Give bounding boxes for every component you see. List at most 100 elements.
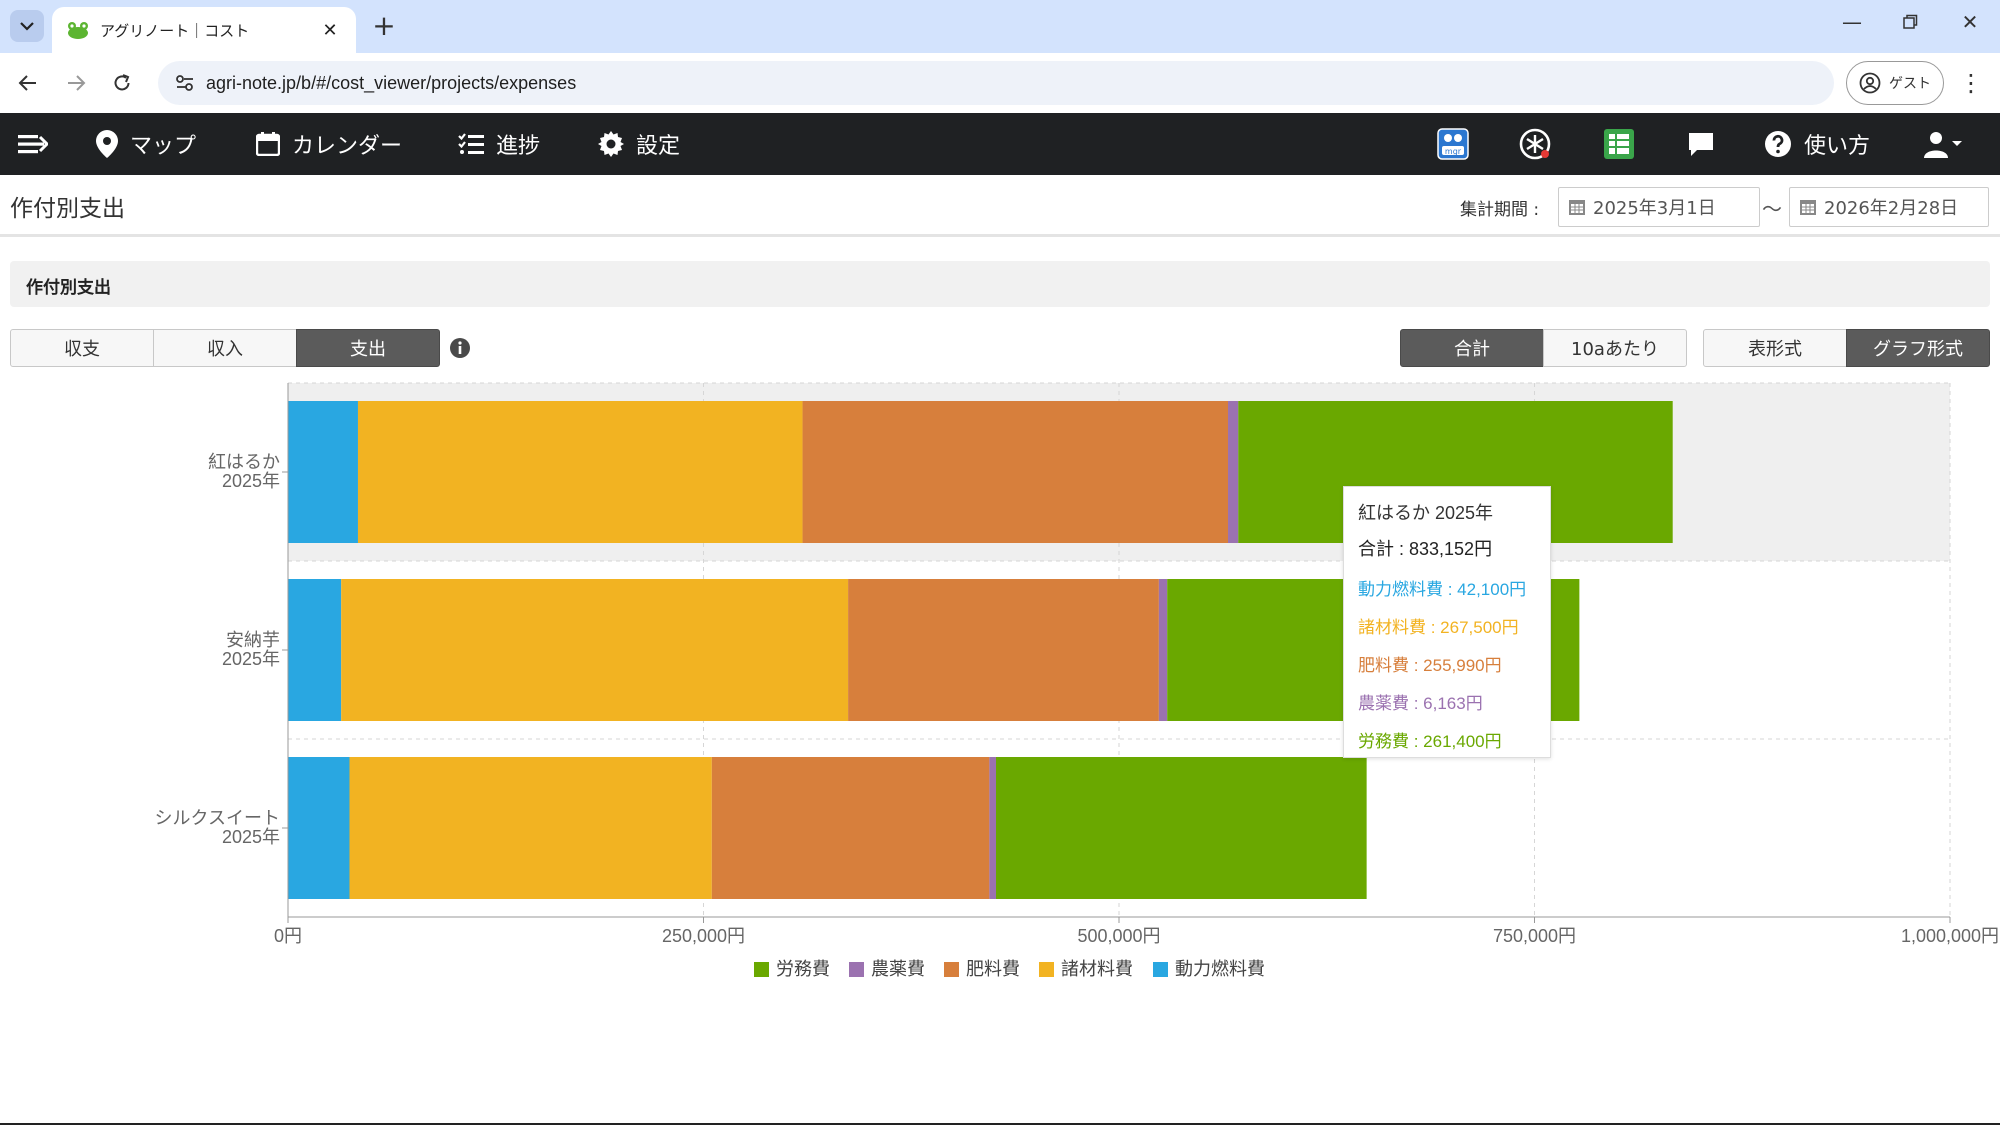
tab-title: アグリノート｜コスト xyxy=(100,21,250,40)
y-tick-label: シルクスイート 2025年 xyxy=(155,808,280,847)
unit-tab-group: 合計 10aあたり xyxy=(1400,329,1687,369)
legend-swatch xyxy=(849,962,864,977)
legend-label: 農薬費 xyxy=(871,959,925,979)
expense-bar-chart: 紅はるか 2025年安納芋 2025年シルクスイート 2025年 0円 250,000円 5… xyxy=(155,382,1999,979)
legend-label: 労務費 xyxy=(776,959,830,979)
tooltip-total: 合計 : 833,152円 xyxy=(1358,539,1493,559)
frog-favicon-icon xyxy=(68,22,88,39)
minimize-icon[interactable]: — xyxy=(1832,10,1872,34)
tooltip-row: 動力燃料費 : 42,100円 xyxy=(1358,580,1527,599)
mode-tab-group: 収支 収入 支出 xyxy=(10,329,440,369)
reload-icon[interactable] xyxy=(104,65,140,101)
end-date-value: 2026年2月28日 xyxy=(1824,198,1959,219)
section-title: 作付別支出 xyxy=(26,278,111,298)
menu-toggle-icon[interactable] xyxy=(14,125,52,163)
page-title: 作付別支出 xyxy=(10,196,125,222)
page-header: 作付別支出 集計期間 : 2025年3月1日 〜 2026年2月28日 xyxy=(0,175,2000,237)
bar-segment xyxy=(996,757,1367,899)
legend-swatch xyxy=(754,962,769,977)
bar-segment xyxy=(1228,401,1239,543)
nav-settings-label: 設定 xyxy=(636,134,681,159)
y-tick-label: 紅はるか 2025年 xyxy=(208,452,280,491)
site-settings-icon[interactable] xyxy=(170,68,200,98)
nav-help[interactable]: 使い方 xyxy=(1764,113,1870,175)
browser-tab[interactable]: アグリノート｜コスト ✕ xyxy=(52,7,356,53)
bar-segment xyxy=(711,757,990,899)
legend-label: 肥料費 xyxy=(966,959,1020,979)
profile-icon xyxy=(1859,72,1881,94)
nav-map[interactable]: マップ xyxy=(96,113,196,175)
chevron-down-icon xyxy=(20,22,34,31)
end-date-field[interactable]: 2026年2月28日 xyxy=(1789,187,1989,227)
mgr-app-icon[interactable]: mgr xyxy=(1434,125,1472,163)
restore-icon[interactable] xyxy=(1890,10,1930,35)
app-navbar: マップ カレンダー 進捗 設定 mgr 使い方 xyxy=(0,113,2000,175)
nav-progress-label: 進捗 xyxy=(496,134,541,159)
tooltip-row: 肥料費 : 255,990円 xyxy=(1358,656,1502,675)
profile-guest-button[interactable]: ゲスト xyxy=(1846,61,1944,105)
view-tab-table[interactable]: 表形式 xyxy=(1703,329,1847,367)
help-icon xyxy=(1765,131,1791,157)
spreadsheet-app-icon[interactable] xyxy=(1600,125,1638,163)
x-tick-label: 0円 xyxy=(274,926,302,946)
nav-help-label: 使い方 xyxy=(1804,134,1871,159)
start-date-field[interactable]: 2025年3月1日 xyxy=(1558,187,1760,227)
legend-swatch xyxy=(1153,962,1168,977)
browser-tabstrip: アグリノート｜コスト ✕ + — ✕ xyxy=(0,0,2000,53)
x-tick-label: 250,000円 xyxy=(662,926,745,946)
address-bar[interactable]: agri-note.jp/b/#/cost_viewer/projects/ex… xyxy=(158,61,1834,105)
browser-menu-icon[interactable]: ⋮ xyxy=(1956,65,1986,101)
section-header: 作付別支出 xyxy=(10,261,1990,307)
tooltip-row: 労務費 : 261,400円 xyxy=(1358,732,1502,751)
tab-close-icon[interactable]: ✕ xyxy=(318,20,342,41)
calendar-icon xyxy=(256,132,280,156)
calendar-icon xyxy=(1800,200,1816,215)
legend-label: 動力燃料費 xyxy=(1175,959,1265,979)
guest-label: ゲスト xyxy=(1889,76,1931,92)
back-arrow-icon[interactable] xyxy=(10,65,46,101)
chart-tooltip: 紅はるか 2025年 合計 : 833,152円 動力燃料費 : 42,100円… xyxy=(1343,486,1551,758)
nav-settings[interactable]: 設定 xyxy=(598,113,680,175)
mode-tab-expense[interactable]: 支出 xyxy=(296,329,440,367)
bar-segment xyxy=(341,579,849,721)
nav-progress[interactable]: 進捗 xyxy=(458,113,540,175)
x-tick-label: 1,000,000円 xyxy=(1901,926,1999,946)
tooltip-title: 紅はるか 2025年 xyxy=(1358,503,1494,523)
nav-map-label: マップ xyxy=(130,134,197,159)
tooltip-row: 農薬費 : 6,163円 xyxy=(1358,694,1483,713)
view-tab-graph[interactable]: グラフ形式 xyxy=(1846,329,1990,367)
mode-tab-income[interactable]: 収入 xyxy=(153,329,297,367)
bar-segment xyxy=(848,579,1159,721)
nav-calendar[interactable]: カレンダー xyxy=(256,113,402,175)
url-text: agri-note.jp/b/#/cost_viewer/projects/ex… xyxy=(206,72,577,93)
user-menu-icon[interactable] xyxy=(1922,125,1966,163)
mode-tab-balance[interactable]: 収支 xyxy=(10,329,154,367)
tab-list-button[interactable] xyxy=(10,10,44,42)
forward-arrow-icon[interactable] xyxy=(58,65,94,101)
browser-toolbar: agri-note.jp/b/#/cost_viewer/projects/ex… xyxy=(0,53,2000,113)
close-window-icon[interactable]: ✕ xyxy=(1950,10,1990,34)
bar-segment xyxy=(1158,579,1168,721)
bar-segment xyxy=(802,401,1229,543)
new-tab-icon[interactable]: + xyxy=(368,10,400,42)
chat-icon[interactable] xyxy=(1682,125,1720,163)
bar-segment xyxy=(288,579,342,721)
svg-text:mgr: mgr xyxy=(1445,147,1462,156)
info-icon[interactable] xyxy=(449,337,471,359)
x-tick-label: 750,000円 xyxy=(1493,926,1576,946)
bar-segment xyxy=(349,757,712,899)
legend-swatch xyxy=(944,962,959,977)
bar-segment xyxy=(288,757,350,899)
date-range-separator: 〜 xyxy=(1762,197,1782,221)
unit-tab-total[interactable]: 合計 xyxy=(1400,329,1544,367)
map-pin-icon xyxy=(96,130,118,158)
calendar-icon xyxy=(1569,200,1585,215)
unit-tab-per-10a[interactable]: 10aあたり xyxy=(1543,329,1687,367)
gear-icon xyxy=(598,131,624,157)
x-tick-label: 500,000円 xyxy=(1077,926,1160,946)
legend-label: 諸材料費 xyxy=(1061,959,1133,979)
rice-asterisk-icon[interactable] xyxy=(1516,125,1554,163)
bar-segment xyxy=(357,401,803,543)
bar-segment xyxy=(989,757,997,899)
nav-calendar-label: カレンダー xyxy=(292,134,403,159)
